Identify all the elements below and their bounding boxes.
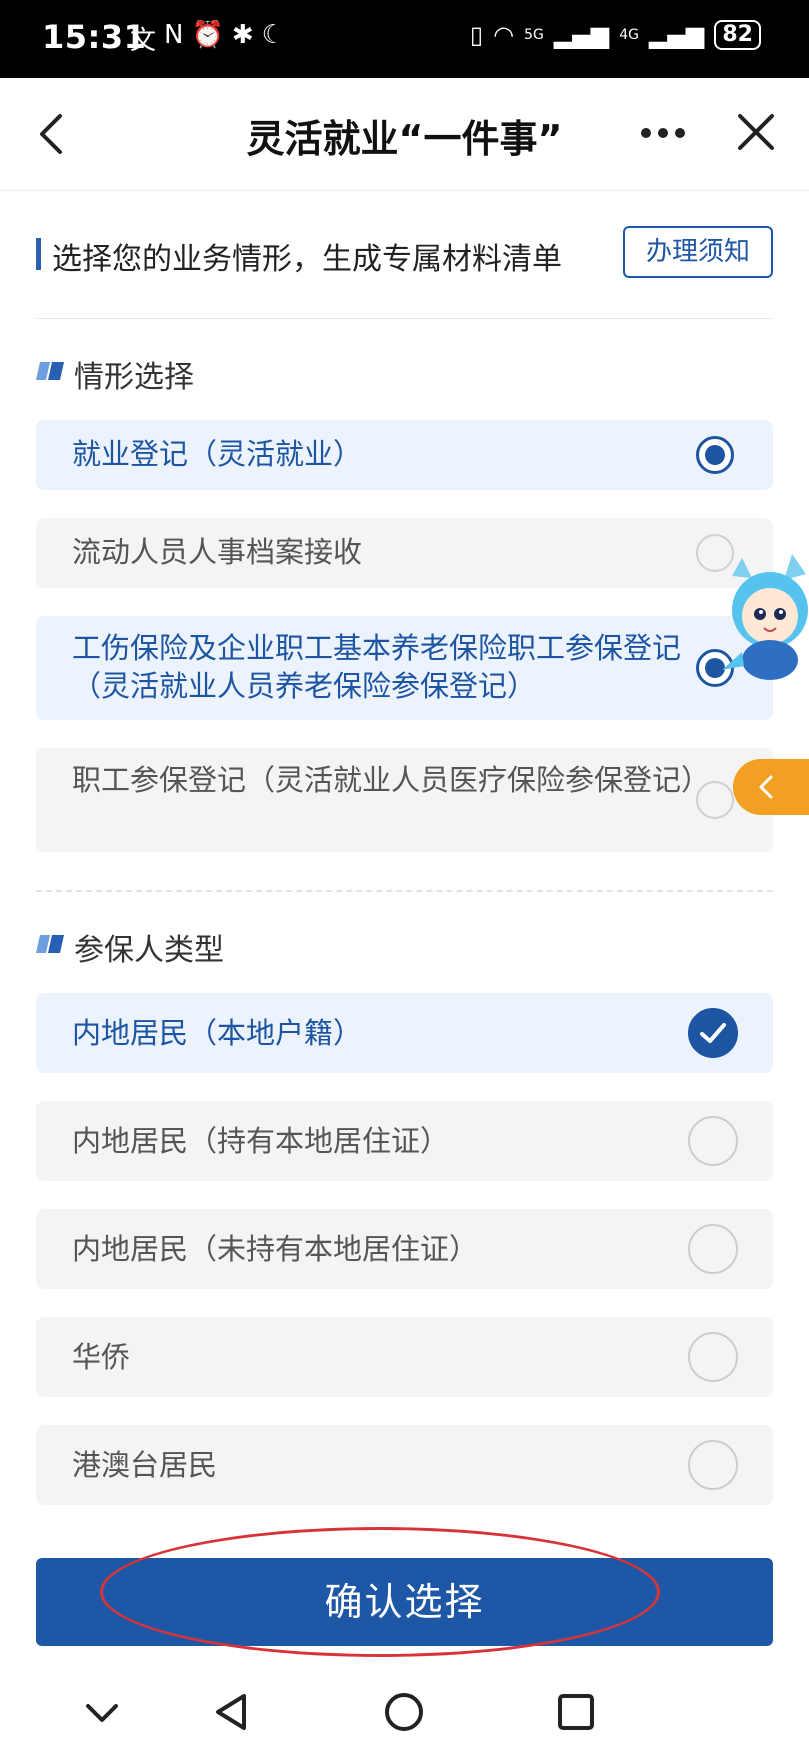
option-label: 内地居民（持有本地居住证） (72, 1124, 450, 1158)
chevron-left-icon (759, 775, 773, 799)
check-selected[interactable] (688, 1008, 738, 1058)
battery-indicator: 82 (714, 20, 761, 50)
signal-5g-label: 5G (524, 27, 544, 43)
back-triangle-icon[interactable] (210, 1690, 254, 1734)
home-circle-icon[interactable] (382, 1690, 426, 1734)
check-icon (700, 1023, 726, 1043)
notice-button[interactable]: 办理须知 (623, 226, 773, 278)
signal-bars-icon-2: ▂▄▆ (649, 21, 705, 49)
radio-selected[interactable] (696, 436, 734, 474)
option-pension-insurance[interactable]: 工伤保险及企业职工基本养老保险职工参保登记（灵活就业人员养老保险参保登记） (36, 616, 773, 720)
system-nav-bar (0, 1672, 809, 1754)
option-label: 华侨 (72, 1340, 131, 1374)
close-button[interactable] (732, 108, 780, 156)
vibrate-icon: ▯ (469, 21, 484, 49)
option-with-residence-permit[interactable]: 内地居民（持有本地居住证） (36, 1101, 773, 1181)
check-unselected[interactable] (688, 1116, 738, 1166)
check-unselected[interactable] (688, 1224, 738, 1274)
bluetooth-icon: ✱ (231, 20, 254, 50)
wifi-icon: ◠ (493, 21, 515, 49)
section-header: 选择您的业务情形，生成专属材料清单 办理须知 (36, 226, 773, 280)
top-navbar: 灵活就业“一件事” (0, 78, 809, 191)
option-medical-insurance[interactable]: 职工参保登记（灵活就业人员医疗保险参保登记） (36, 748, 773, 852)
option-overseas-chinese[interactable]: 华侨 (36, 1317, 773, 1397)
check-unselected[interactable] (688, 1332, 738, 1382)
flag-icon (36, 935, 64, 953)
option-label: 内地居民（未持有本地居住证） (72, 1232, 479, 1266)
option-local-hukou[interactable]: 内地居民（本地户籍） (36, 993, 773, 1073)
group-title: 情形选择 (74, 360, 194, 395)
close-icon (738, 114, 774, 150)
option-label: 港澳台居民 (72, 1448, 218, 1482)
mascot-assistant-icon[interactable] (712, 548, 809, 688)
chevron-down-icon[interactable] (80, 1690, 124, 1734)
more-dots-icon (641, 128, 685, 138)
option-label: 就业登记（灵活就业） (72, 437, 363, 471)
more-button[interactable] (638, 118, 688, 148)
dashed-divider (36, 890, 773, 892)
status-right-icons: ▯ ◠ 5G ▂▄▆ 4G ▂▄▆ 82 (470, 20, 761, 50)
option-label: 流动人员人事档案接收 (72, 535, 363, 569)
side-expand-tab[interactable] (733, 759, 809, 815)
option-archive-receipt[interactable]: 流动人员人事档案接收 (36, 518, 773, 588)
option-employment-registration[interactable]: 就业登记（灵活就业） (36, 420, 773, 490)
alarm-icon: ⏰ (191, 20, 224, 50)
option-label: 工伤保险及企业职工基本养老保险职工参保登记（灵活就业人员养老保险参保登记） (72, 631, 682, 703)
moon-icon: ☾ (261, 20, 285, 50)
option-hk-macao-taiwan[interactable]: 港澳台居民 (36, 1425, 773, 1505)
status-left-icons: 文 N ⏰ ✱ ☾ (130, 20, 285, 57)
confirm-button[interactable]: 确认选择 (36, 1558, 773, 1646)
check-unselected[interactable] (688, 1440, 738, 1490)
section-accent-bar (36, 238, 41, 270)
option-label: 职工参保登记（灵活就业人员医疗保险参保登记） (72, 763, 711, 797)
section-title: 选择您的业务情形，生成专属材料清单 (52, 242, 562, 277)
translate-icon: 文 (130, 26, 157, 56)
signal-4g-label: 4G (619, 27, 639, 43)
recents-square-icon[interactable] (554, 1690, 598, 1734)
nfc-icon: N (164, 20, 184, 50)
radio-unselected[interactable] (696, 781, 734, 819)
flag-icon (36, 362, 64, 380)
signal-bars-icon: ▂▄▆ (553, 21, 610, 49)
divider (36, 318, 773, 319)
group-title: 参保人类型 (74, 933, 224, 968)
option-without-residence-permit[interactable]: 内地居民（未持有本地居住证） (36, 1209, 773, 1289)
status-bar: 15:31 文 N ⏰ ✱ ☾ ▯ ◠ 5G ▂▄▆ 4G ▂▄▆ 82 (0, 0, 809, 78)
option-label: 内地居民（本地户籍） (72, 1016, 363, 1050)
